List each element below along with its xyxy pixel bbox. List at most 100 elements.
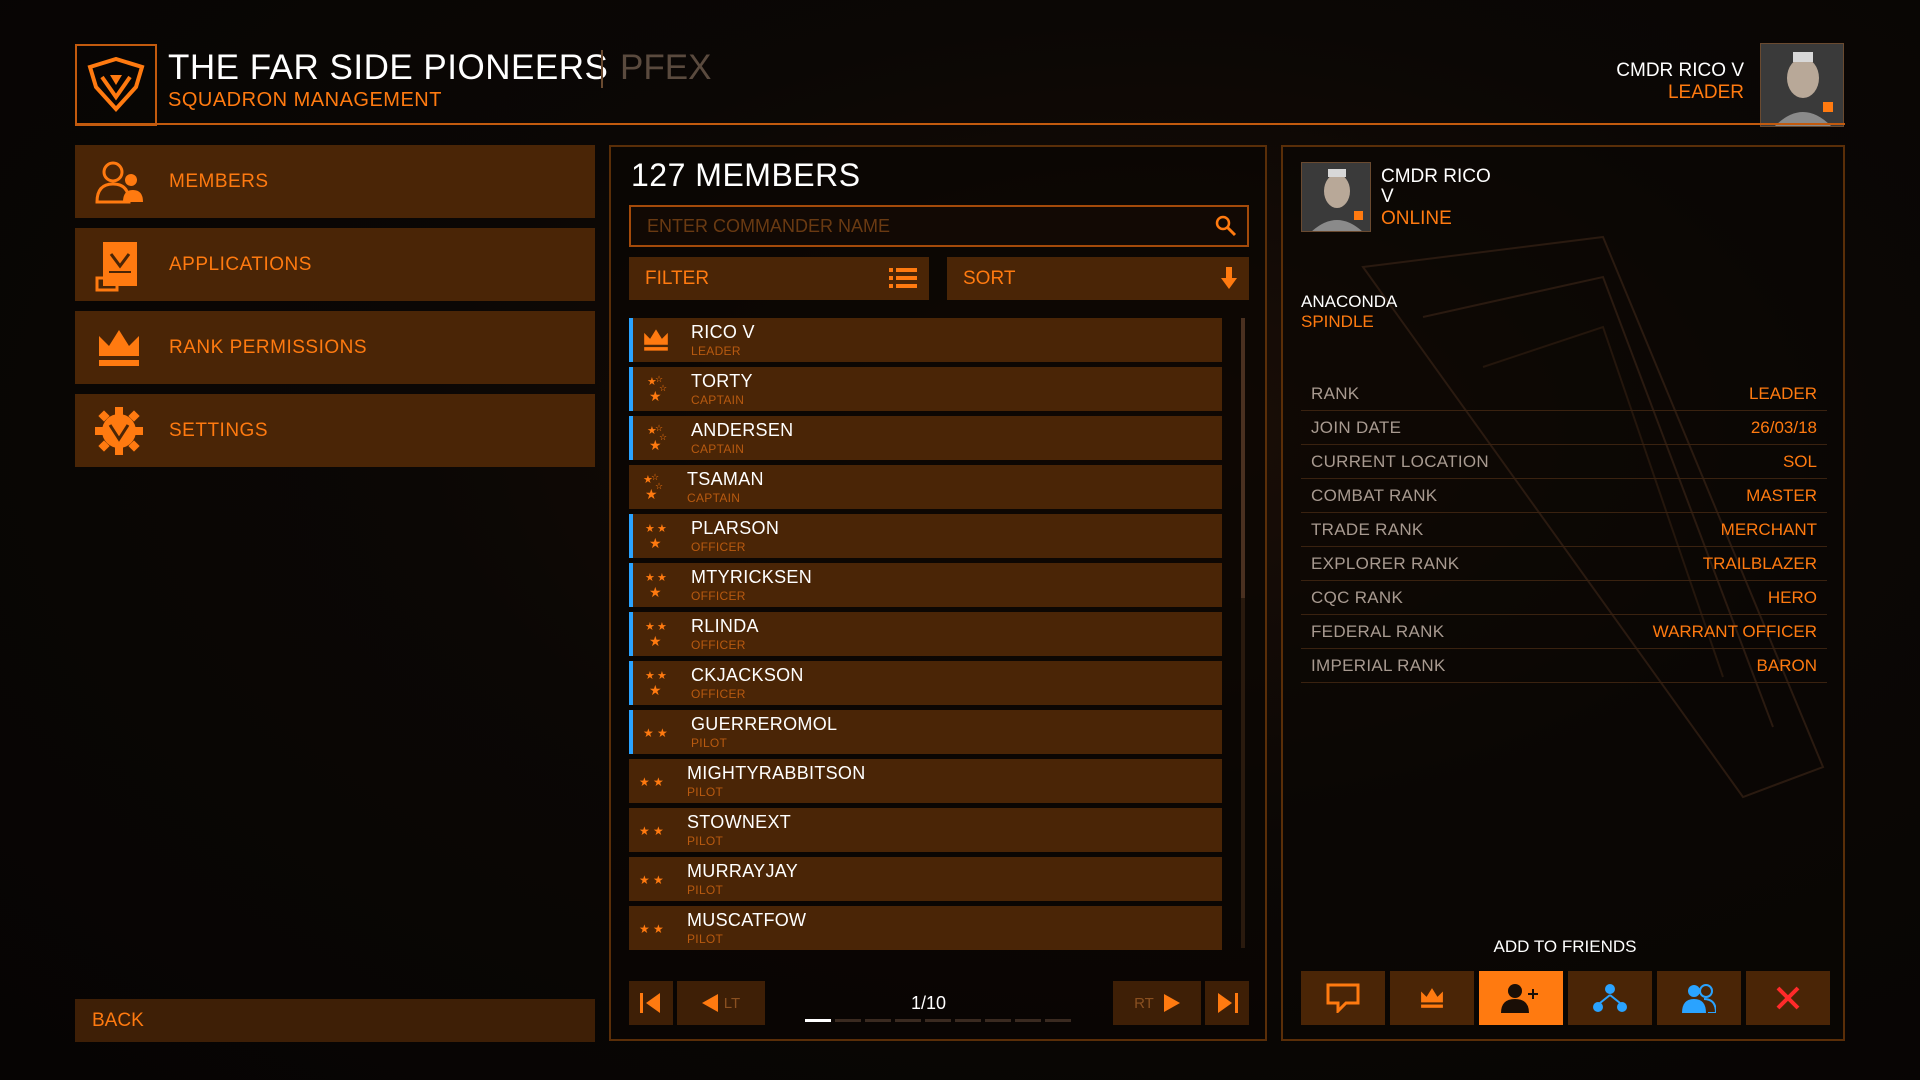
sort-button[interactable]: SORT [947, 257, 1249, 300]
wing-invite-button[interactable] [1568, 971, 1652, 1025]
rank-officer-icon: ★ ★ ★ [633, 514, 679, 558]
stat-label: JOIN DATE [1311, 417, 1402, 437]
ship-name: SPINDLE [1301, 312, 1374, 331]
commander-search[interactable] [629, 205, 1249, 247]
member-name: MURRAYJAY [687, 861, 799, 881]
stat-row: JOIN DATE 26/03/18 [1301, 411, 1827, 445]
member-rank: PILOT [687, 785, 724, 799]
stat-value: SOL [1782, 451, 1817, 471]
rank-pilot-icon: ★ ★ [629, 808, 675, 852]
member-row[interactable]: ★ ☆ ☆ ★ ANDERSEN CAPTAIN [629, 416, 1222, 460]
stat-row: CURRENT LOCATION SOL [1301, 445, 1827, 479]
member-name: MUSCATFOW [687, 910, 807, 930]
prev-page-button[interactable]: LT [677, 981, 765, 1025]
member-name: TSAMAN [687, 469, 764, 489]
member-row[interactable]: ★ ★ MURRAYJAY PILOT [629, 857, 1222, 901]
rank-leader-icon [633, 318, 679, 362]
nav-item-settings[interactable]: SETTINGS [75, 394, 595, 467]
side-nav: MEMBERS APPLICATIONS RANK PERMISSIONS SE… [75, 145, 595, 477]
member-row[interactable]: ★ ★ ★ MTYRICKSEN OFFICER [629, 563, 1222, 607]
stat-label: CURRENT LOCATION [1311, 451, 1489, 471]
crown-icon [1421, 988, 1443, 1008]
member-row[interactable]: ★ ★ ★ RLINDA OFFICER [629, 612, 1222, 656]
member-rank: OFFICER [691, 589, 746, 603]
member-row[interactable]: ★ ★ MUSCATFOW PILOT [629, 906, 1222, 950]
stat-value: MERCHANT [1720, 519, 1817, 539]
triangle-left-icon [701, 994, 718, 1012]
stat-row: EXPLORER RANK TRAILBLAZER [1301, 547, 1827, 581]
first-page-button[interactable] [629, 981, 673, 1025]
multicrew-invite-button[interactable] [1657, 971, 1741, 1025]
member-name: RLINDA [691, 616, 759, 636]
member-row[interactable]: ★ ☆ ☆ ★ TORTY CAPTAIN [629, 367, 1222, 411]
message-button[interactable] [1301, 971, 1385, 1025]
stat-value: WARRANT OFFICER [1652, 621, 1817, 641]
nav-label-applications: APPLICATIONS [169, 253, 312, 275]
list-icon [889, 267, 917, 295]
nav-item-rank-permissions[interactable]: RANK PERMISSIONS [75, 311, 595, 384]
search-icon[interactable] [1215, 215, 1237, 242]
member-rank: CAPTAIN [691, 393, 745, 407]
sort-label: SORT [963, 267, 1016, 289]
stat-label: COMBAT RANK [1311, 485, 1438, 505]
member-row[interactable]: ★ ★ GUERREROMOL PILOT [629, 710, 1222, 754]
rank-pilot-icon: ★ ★ [629, 759, 675, 803]
svg-text:★: ★ [649, 535, 662, 551]
member-name: PLARSON [691, 518, 780, 538]
member-name: STOWNEXT [687, 812, 792, 832]
avatar[interactable] [1760, 43, 1844, 127]
header-divider [75, 123, 1845, 125]
next-page-button[interactable]: RT [1113, 981, 1201, 1025]
member-detail-panel: CMDR RICO V ONLINE ANACONDA SPINDLE RANK… [1281, 145, 1845, 1041]
filter-button[interactable]: FILTER [629, 257, 929, 300]
nav-item-members[interactable]: MEMBERS [75, 145, 595, 218]
prev-page-hint: LT [723, 994, 741, 1012]
rank-officer-icon: ★ ★ ★ [633, 661, 679, 705]
title-separator [601, 50, 603, 88]
stat-row: RANK LEADER [1301, 377, 1827, 411]
member-rank: LEADER [691, 344, 741, 358]
member-row[interactable]: ★ ★ ★ PLARSON OFFICER [629, 514, 1222, 558]
member-row[interactable]: ★ ★ MIGHTYRABBITSON PILOT [629, 759, 1222, 803]
member-row[interactable]: RICO V LEADER [629, 318, 1222, 362]
next-page-hint: RT [1134, 994, 1154, 1012]
member-name: GUERREROMOL [691, 714, 838, 734]
promote-button[interactable] [1390, 971, 1474, 1025]
svg-text:★: ★ [649, 584, 662, 600]
nav-label-settings: SETTINGS [169, 419, 269, 441]
crown-icon [89, 320, 149, 376]
stat-value: 26/03/18 [1750, 417, 1817, 437]
squadron-title: THE FAR SIDE PIONEERS [168, 48, 609, 87]
skip-first-icon [640, 993, 660, 1013]
svg-text:★: ★ [639, 922, 650, 936]
last-page-button[interactable] [1205, 981, 1249, 1025]
rank-officer-icon: ★ ★ ★ [633, 612, 679, 656]
nav-item-applications[interactable]: APPLICATIONS [75, 228, 595, 301]
list-scrollbar-thumb[interactable] [1241, 318, 1245, 598]
search-input[interactable] [647, 215, 1207, 237]
group-icon [1682, 984, 1716, 1013]
member-row[interactable]: ★ ☆ ☆ ★ TSAMAN CAPTAIN [629, 465, 1222, 509]
stat-value: MASTER [1746, 485, 1817, 505]
filter-label: FILTER [645, 267, 710, 289]
stat-label: TRADE RANK [1311, 519, 1424, 539]
member-row[interactable]: ★ ★ STOWNEXT PILOT [629, 808, 1222, 852]
svg-text:★: ★ [657, 621, 667, 633]
member-avatar [1301, 162, 1371, 232]
member-name: MTYRICKSEN [691, 567, 813, 587]
kick-member-button[interactable] [1746, 971, 1830, 1025]
svg-text:★: ★ [653, 873, 664, 887]
back-button[interactable]: BACK [75, 999, 595, 1042]
add-friend-button[interactable] [1479, 971, 1563, 1025]
svg-text:★: ★ [645, 621, 655, 633]
member-row[interactable]: ★ ★ ★ CKJACKSON OFFICER [629, 661, 1222, 705]
gear-icon [89, 403, 149, 459]
svg-text:★: ★ [649, 388, 662, 404]
rank-pilot-icon: ★ ★ [629, 857, 675, 901]
ship-model: ANACONDA [1301, 292, 1398, 311]
stat-row: COMBAT RANK MASTER [1301, 479, 1827, 513]
svg-text:★: ★ [639, 873, 650, 887]
svg-text:★: ★ [645, 670, 655, 682]
header-cmdr-role: LEADER [1667, 82, 1744, 103]
action-hint: ADD TO FRIENDS [1493, 937, 1637, 956]
